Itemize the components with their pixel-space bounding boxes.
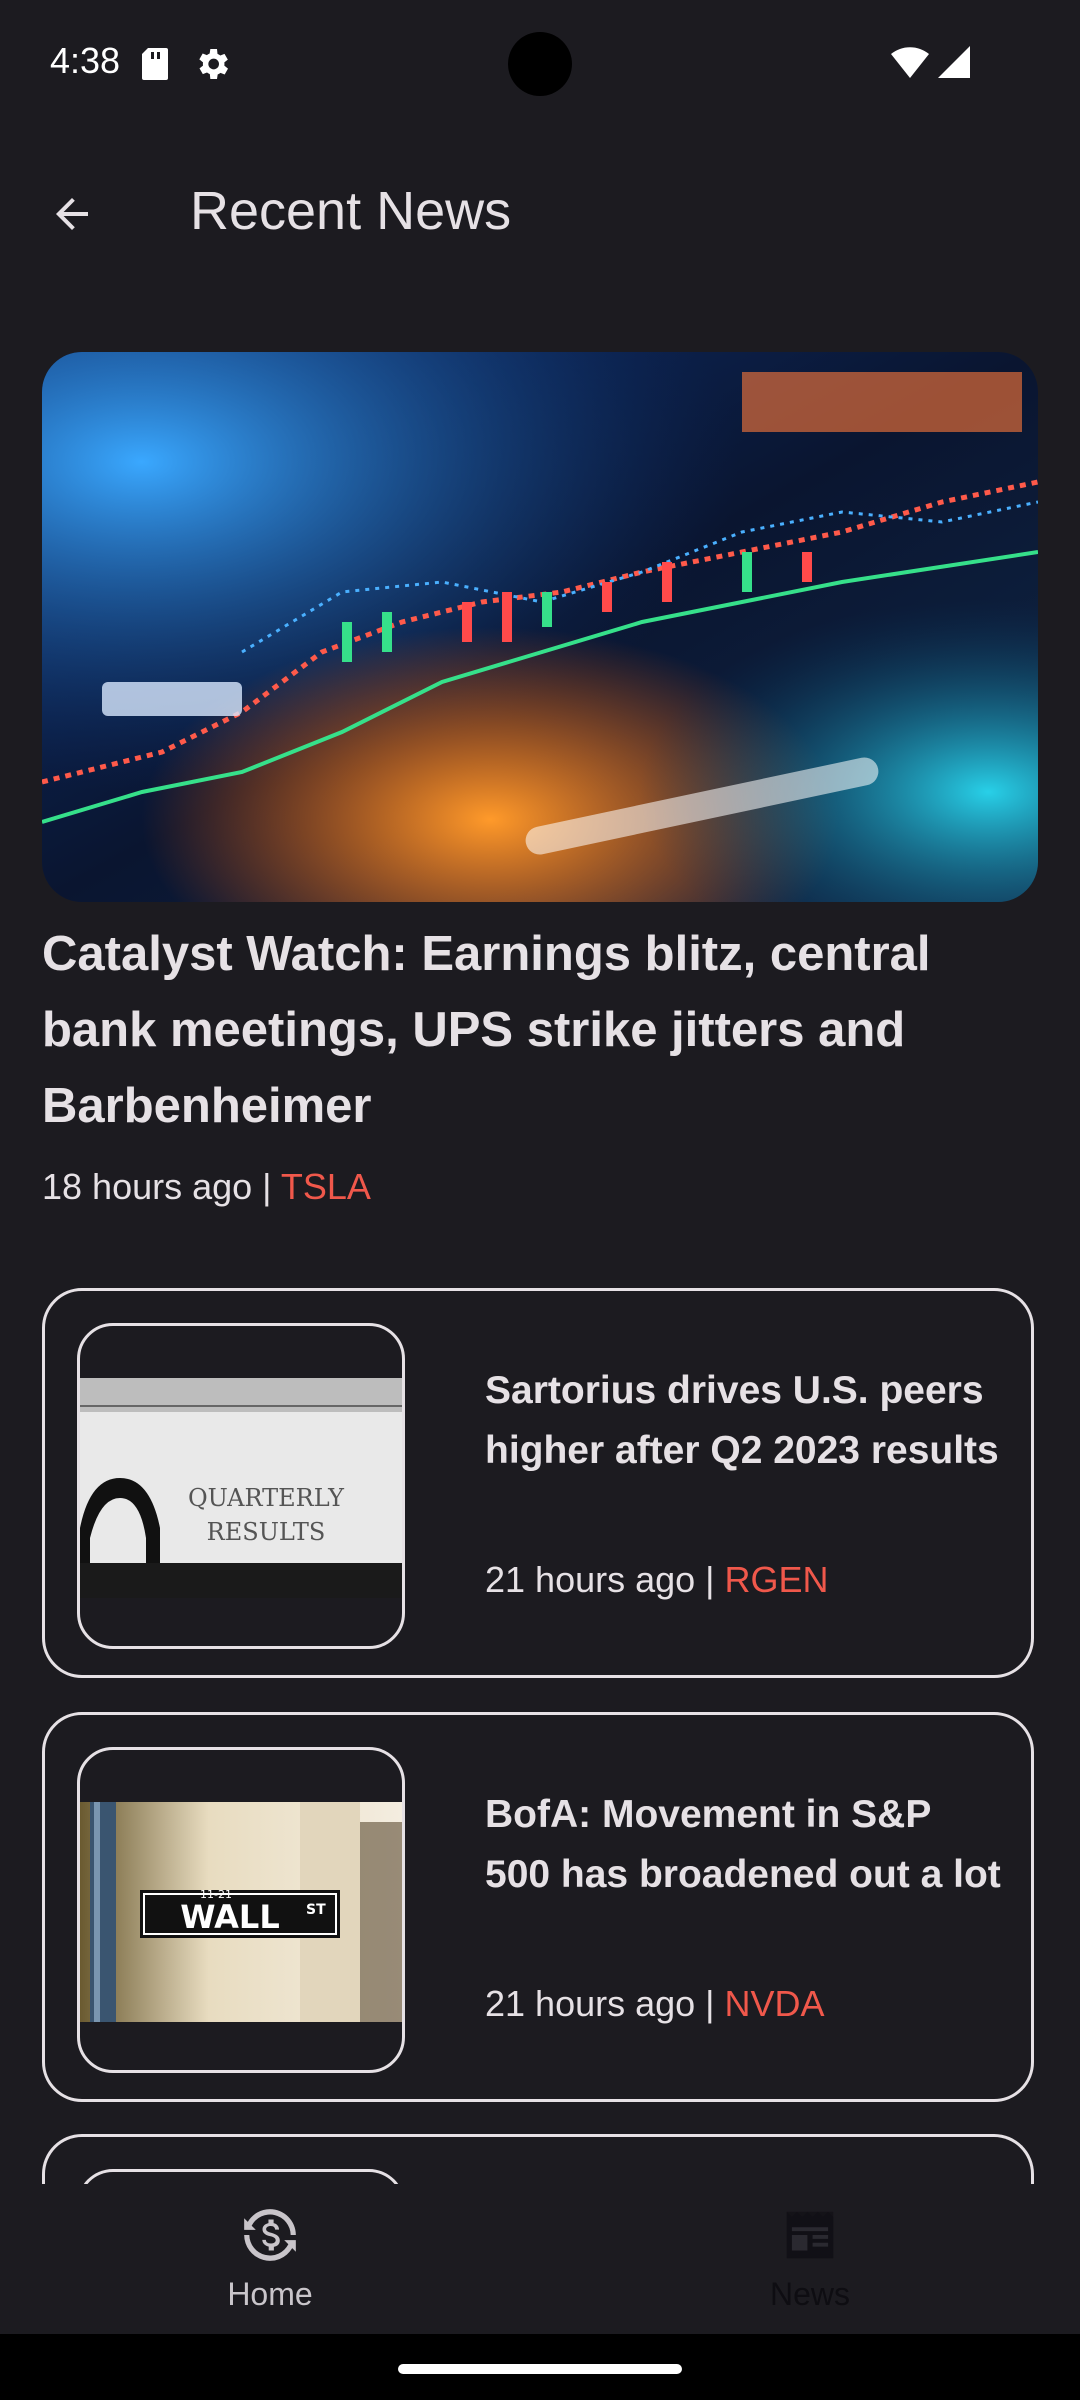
article-meta: 21 hours ago | RGEN	[485, 1559, 829, 1601]
currency-exchange-icon	[244, 2209, 296, 2261]
app-bar: Recent News	[0, 150, 1080, 274]
camera-cutout	[508, 32, 572, 96]
article-meta: 21 hours ago | NVDA	[485, 1983, 825, 2025]
featured-image	[42, 352, 1038, 902]
status-bar: 4:38	[0, 0, 1080, 128]
page-title: Recent News	[190, 181, 512, 241]
newspaper-icon	[786, 2211, 834, 2259]
featured-meta: 18 hours ago | TSLA	[42, 1166, 1038, 1208]
article-ticker[interactable]: NVDA	[725, 1983, 825, 2024]
nav-news[interactable]: News	[680, 2204, 940, 2313]
thumb-text-wall: WALL	[180, 1898, 279, 1936]
status-time: 4:38	[50, 40, 121, 81]
article-thumbnail: QUARTERLY RESULTS	[77, 1323, 405, 1649]
article-title: Sartorius drives U.S. peers higher after…	[485, 1369, 999, 1472]
nav-home-label: Home	[227, 2276, 313, 2312]
settings-gear-icon	[199, 49, 228, 79]
article-time: 21 hours ago |	[485, 1983, 715, 2024]
featured-ticker[interactable]: TSLA	[281, 1166, 371, 1207]
featured-title: Catalyst Watch: Earnings blitz, central …	[42, 927, 931, 1133]
featured-time: 18 hours ago |	[42, 1166, 272, 1207]
system-gesture-area	[0, 2334, 1080, 2400]
news-card[interactable]: QUARTERLY RESULTS Sartorius drives U.S. …	[42, 1288, 1034, 1678]
nav-home[interactable]: Home	[140, 2204, 400, 2313]
article-title: BofA: Movement in S&P 500 has broadened …	[485, 1793, 1001, 1896]
bottom-navigation: Home News	[0, 2184, 1080, 2334]
thumb-text-2: RESULTS	[207, 1518, 326, 1546]
thumb-text-st: ST	[306, 1902, 326, 1918]
featured-article[interactable]: Catalyst Watch: Earnings blitz, central …	[42, 352, 1038, 1208]
sd-card-icon	[142, 48, 168, 80]
article-time: 21 hours ago |	[485, 1559, 715, 1600]
thumb-text-1: QUARTERLY	[188, 1484, 345, 1512]
cell-signal-icon	[938, 46, 970, 78]
gesture-handle[interactable]	[398, 2364, 682, 2374]
thumb-text-number: 11-21	[200, 1888, 232, 1901]
nav-news-label: News	[769, 2276, 850, 2312]
back-button[interactable]	[40, 182, 104, 246]
article-thumbnail: WALL ST 11-21	[77, 1747, 405, 2073]
wifi-icon	[891, 47, 929, 78]
arrow-back-icon	[56, 198, 88, 230]
article-ticker[interactable]: RGEN	[725, 1559, 829, 1600]
news-card[interactable]: WALL ST 11-21 BofA: Movement in S&P 500 …	[42, 1712, 1034, 2102]
